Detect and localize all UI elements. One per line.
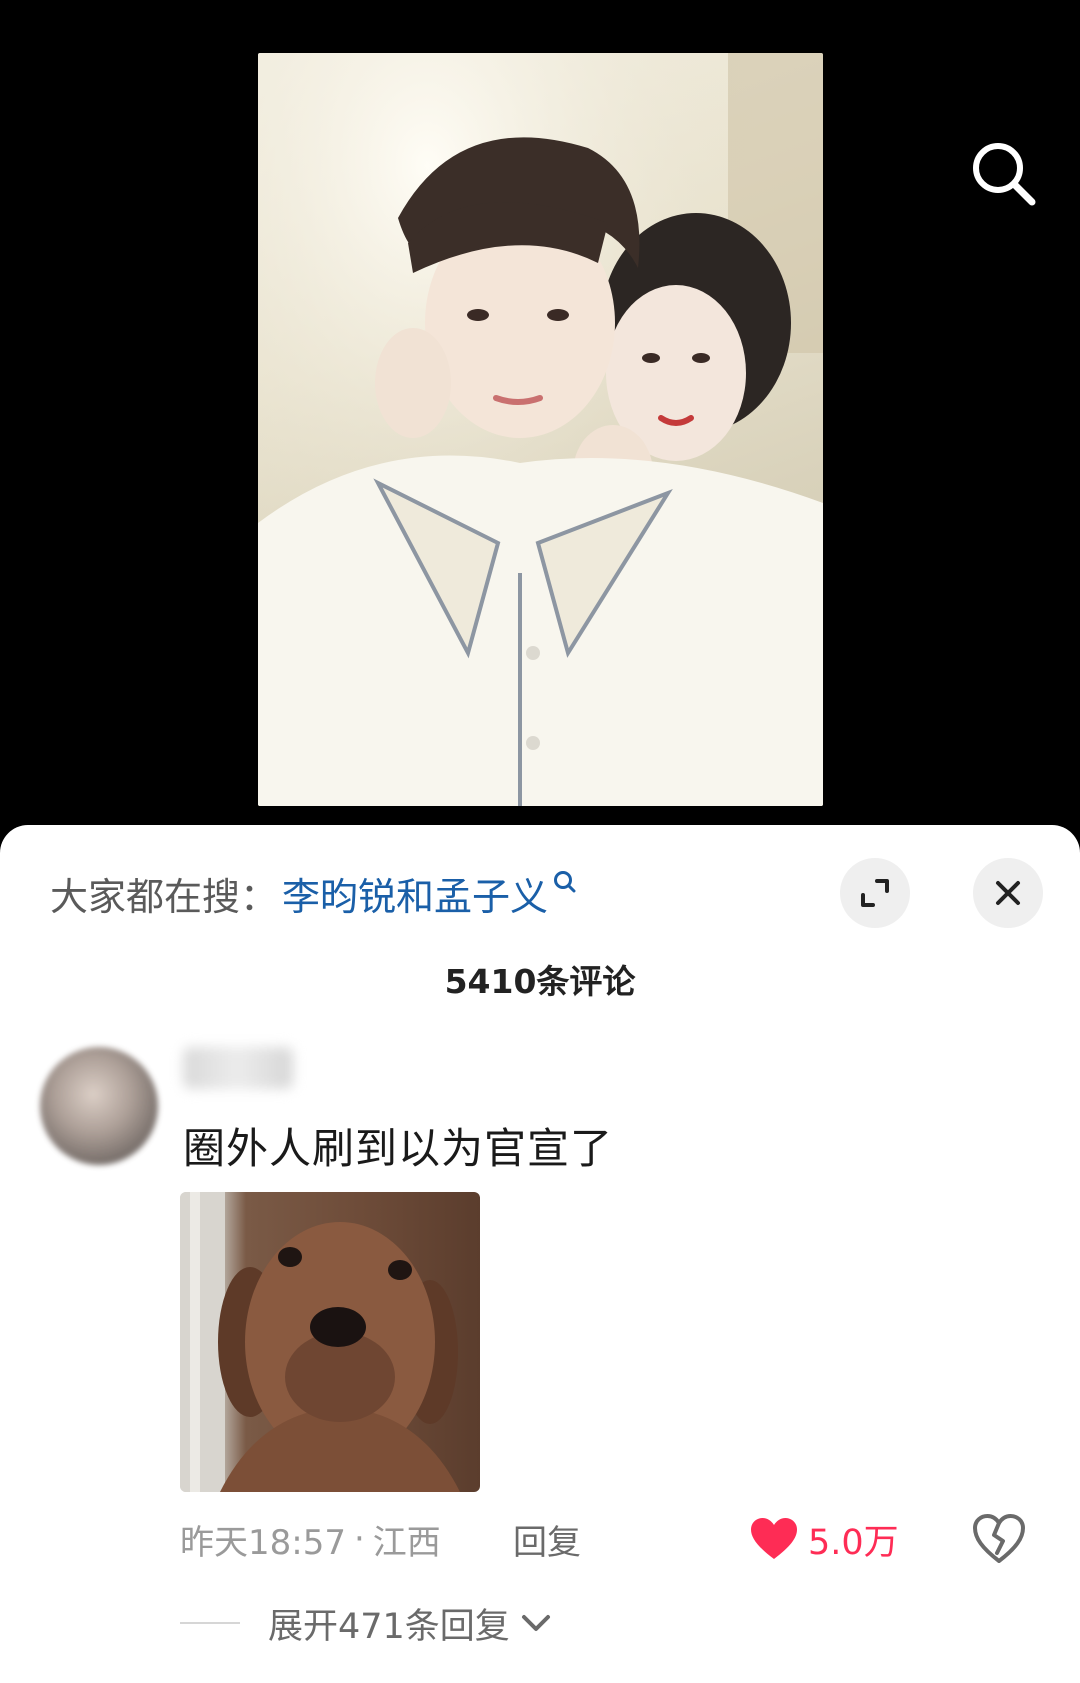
close-icon (996, 881, 1020, 905)
search-suggestion-prefix: 大家都在搜： (50, 874, 279, 919)
search-suggestion[interactable]: 大家都在搜： 李昀锐和孟子义 (50, 866, 578, 921)
like-count: 5.0万 (808, 1522, 899, 1563)
chevron-down-icon (520, 1611, 552, 1635)
top-search-button[interactable] (968, 138, 1040, 210)
expand-sheet-button[interactable] (840, 858, 910, 928)
comment-meta: 昨天18:57 · 江西 (180, 1515, 441, 1563)
comment-image[interactable] (180, 1192, 480, 1492)
comment-count-title: 5410条评论 (444, 962, 636, 1001)
comment-text[interactable]: 圈外人刷到以为官宣了 (183, 1115, 613, 1176)
video-frame-photo[interactable] (258, 53, 823, 806)
like-button[interactable]: 5.0万 (750, 1513, 899, 1565)
comment-time: 昨天18:57 (180, 1522, 346, 1563)
heart-icon (751, 1518, 797, 1559)
comment-sheet: 大家都在搜： 李昀锐和孟子义 5410条评论 甘 圈外人刷到以为官宣了 (0, 825, 1080, 1683)
couple-photo-illustration (258, 53, 823, 806)
dislike-button[interactable] (972, 1513, 1026, 1565)
dog-photo-illustration (180, 1192, 460, 1492)
expand-replies[interactable]: 展开471条回复 (180, 1598, 552, 1648)
meta-separator: · (353, 1519, 365, 1559)
comment-location: 江西 (372, 1522, 441, 1563)
comment-username[interactable]: 甘 (183, 1047, 293, 1089)
video-player[interactable] (0, 0, 1080, 840)
search-icon (552, 869, 578, 895)
close-sheet-button[interactable] (973, 858, 1043, 928)
broken-heart-icon (973, 1514, 1025, 1563)
reply-button[interactable]: 回复 (513, 1515, 581, 1563)
expand-divider (180, 1622, 240, 1624)
expand-replies-label: 展开471条回复 (268, 1606, 510, 1647)
search-icon (973, 143, 1036, 206)
avatar[interactable] (40, 1047, 158, 1165)
fullscreen-expand-icon (861, 879, 889, 907)
search-suggestion-keyword[interactable]: 李昀锐和孟子义 (282, 866, 548, 921)
